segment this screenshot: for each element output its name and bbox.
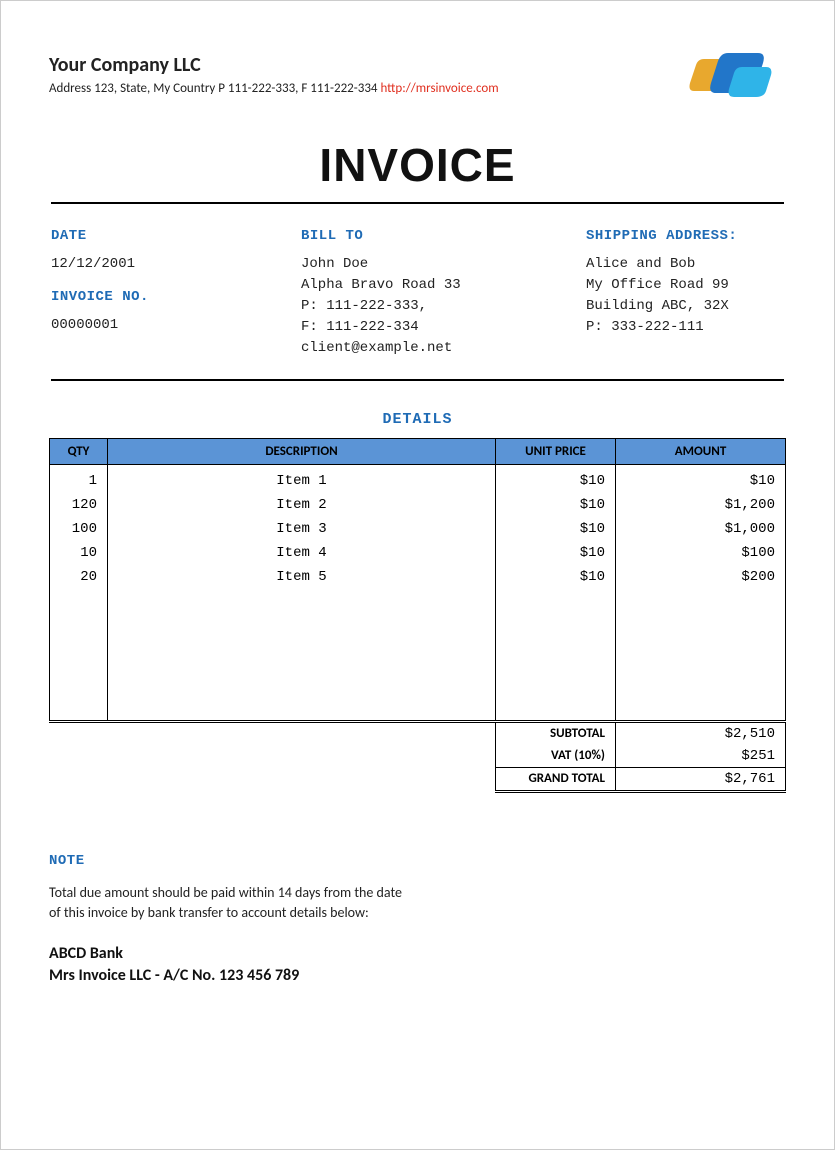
col-qty: QTY — [50, 439, 108, 465]
bank-info: ABCD Bank Mrs Invoice LLC - A/C No. 123 … — [49, 943, 786, 988]
cell-unit-price: $10 — [496, 493, 616, 517]
bill-to-value: John Doe Alpha Bravo Road 33 P: 111-222-… — [301, 254, 586, 359]
cell-unit-price: $10 — [496, 465, 616, 494]
note-text: Total due amount should be paid within 1… — [49, 883, 409, 924]
table-row-empty — [50, 655, 786, 677]
table-row: 100Item 3$10$1,000 — [50, 517, 786, 541]
cell-amount: $10 — [616, 465, 786, 494]
bill-to-line: F: 111-222-334 — [301, 317, 586, 338]
company-url-link[interactable]: http://mrsinvoice.com — [380, 81, 498, 96]
details-title: DETAILS — [49, 411, 786, 428]
cell-unit-price: $10 — [496, 565, 616, 589]
ship-line: Alice and Bob — [586, 254, 784, 275]
invoice-title: INVOICE — [49, 138, 786, 192]
table-row: 120Item 2$10$1,200 — [50, 493, 786, 517]
cell-amount: $100 — [616, 541, 786, 565]
invoice-no-value: 00000001 — [51, 315, 301, 336]
ship-line: Building ABC, 32X — [586, 296, 784, 317]
table-header-row: QTY DESCRIPTION UNIT PRICE AMOUNT — [50, 439, 786, 465]
cell-amount: $1,200 — [616, 493, 786, 517]
col-unit-price: UNIT PRICE — [496, 439, 616, 465]
cell-description: Item 5 — [108, 565, 496, 589]
cell-amount: $1,000 — [616, 517, 786, 541]
grand-total-label: GRAND TOTAL — [496, 767, 616, 791]
note-label: NOTE — [49, 853, 786, 869]
bill-to-line: Alpha Bravo Road 33 — [301, 275, 586, 296]
cell-description: Item 2 — [108, 493, 496, 517]
divider-top — [51, 202, 784, 204]
cell-qty: 100 — [50, 517, 108, 541]
ship-line: My Office Road 99 — [586, 275, 784, 296]
table-row-empty — [50, 633, 786, 655]
bank-account: Mrs Invoice LLC - A/C No. 123 456 789 — [49, 965, 786, 987]
info-col-date: DATE 12/12/2001 INVOICE NO. 00000001 — [51, 228, 301, 359]
date-label: DATE — [51, 228, 301, 244]
cell-qty: 10 — [50, 541, 108, 565]
grand-total-value: $2,761 — [616, 767, 786, 791]
bill-to-line: P: 111-222-333, — [301, 296, 586, 317]
col-amount: AMOUNT — [616, 439, 786, 465]
subtotal-label: SUBTOTAL — [496, 723, 616, 745]
date-value: 12/12/2001 — [51, 254, 301, 275]
bill-to-line: client@example.net — [301, 338, 586, 359]
grand-total-row: GRAND TOTAL $2,761 — [49, 767, 786, 791]
invoice-no-label: INVOICE NO. — [51, 289, 301, 305]
company-name: Your Company LLC — [49, 53, 499, 77]
company-address-text: Address 123, State, My Country P 111-222… — [49, 81, 380, 96]
invoice-page: Your Company LLC Address 123, State, My … — [0, 0, 835, 1150]
cell-qty: 120 — [50, 493, 108, 517]
cell-amount: $200 — [616, 565, 786, 589]
table-row-empty — [50, 589, 786, 611]
divider-mid — [51, 379, 784, 381]
info-col-billto: BILL TO John Doe Alpha Bravo Road 33 P: … — [301, 228, 586, 359]
bill-to-line: John Doe — [301, 254, 586, 275]
cell-qty: 20 — [50, 565, 108, 589]
ship-line: P: 333-222-111 — [586, 317, 784, 338]
subtotal-row: SUBTOTAL $2,510 — [49, 723, 786, 745]
col-description: DESCRIPTION — [108, 439, 496, 465]
vat-value: $251 — [616, 745, 786, 768]
bank-name: ABCD Bank — [49, 943, 786, 965]
vat-label: VAT (10%) — [496, 745, 616, 768]
company-block: Your Company LLC Address 123, State, My … — [49, 53, 499, 96]
table-row-empty — [50, 699, 786, 721]
note-section: NOTE Total due amount should be paid wit… — [49, 853, 786, 988]
cell-unit-price: $10 — [496, 517, 616, 541]
subtotal-value: $2,510 — [616, 723, 786, 745]
cell-unit-price: $10 — [496, 541, 616, 565]
cell-qty: 1 — [50, 465, 108, 494]
company-logo-icon — [686, 47, 776, 108]
table-row: 10Item 4$10$100 — [50, 541, 786, 565]
info-section: DATE 12/12/2001 INVOICE NO. 00000001 BIL… — [49, 210, 786, 373]
table-row: 1Item 1$10$10 — [50, 465, 786, 494]
header: Your Company LLC Address 123, State, My … — [49, 53, 786, 108]
cell-description: Item 1 — [108, 465, 496, 494]
table-row-empty — [50, 677, 786, 699]
items-table: QTY DESCRIPTION UNIT PRICE AMOUNT 1Item … — [49, 438, 786, 723]
table-row-empty — [50, 611, 786, 633]
cell-description: Item 3 — [108, 517, 496, 541]
shipping-value: Alice and Bob My Office Road 99 Building… — [586, 254, 784, 338]
totals-table: SUBTOTAL $2,510 VAT (10%) $251 GRAND TOT… — [49, 723, 786, 793]
vat-row: VAT (10%) $251 — [49, 745, 786, 768]
table-row: 20Item 5$10$200 — [50, 565, 786, 589]
company-address: Address 123, State, My Country P 111-222… — [49, 81, 499, 96]
cell-description: Item 4 — [108, 541, 496, 565]
bill-to-label: BILL TO — [301, 228, 586, 244]
info-col-shipping: SHIPPING ADDRESS: Alice and Bob My Offic… — [586, 228, 784, 359]
shipping-label: SHIPPING ADDRESS: — [586, 228, 784, 244]
